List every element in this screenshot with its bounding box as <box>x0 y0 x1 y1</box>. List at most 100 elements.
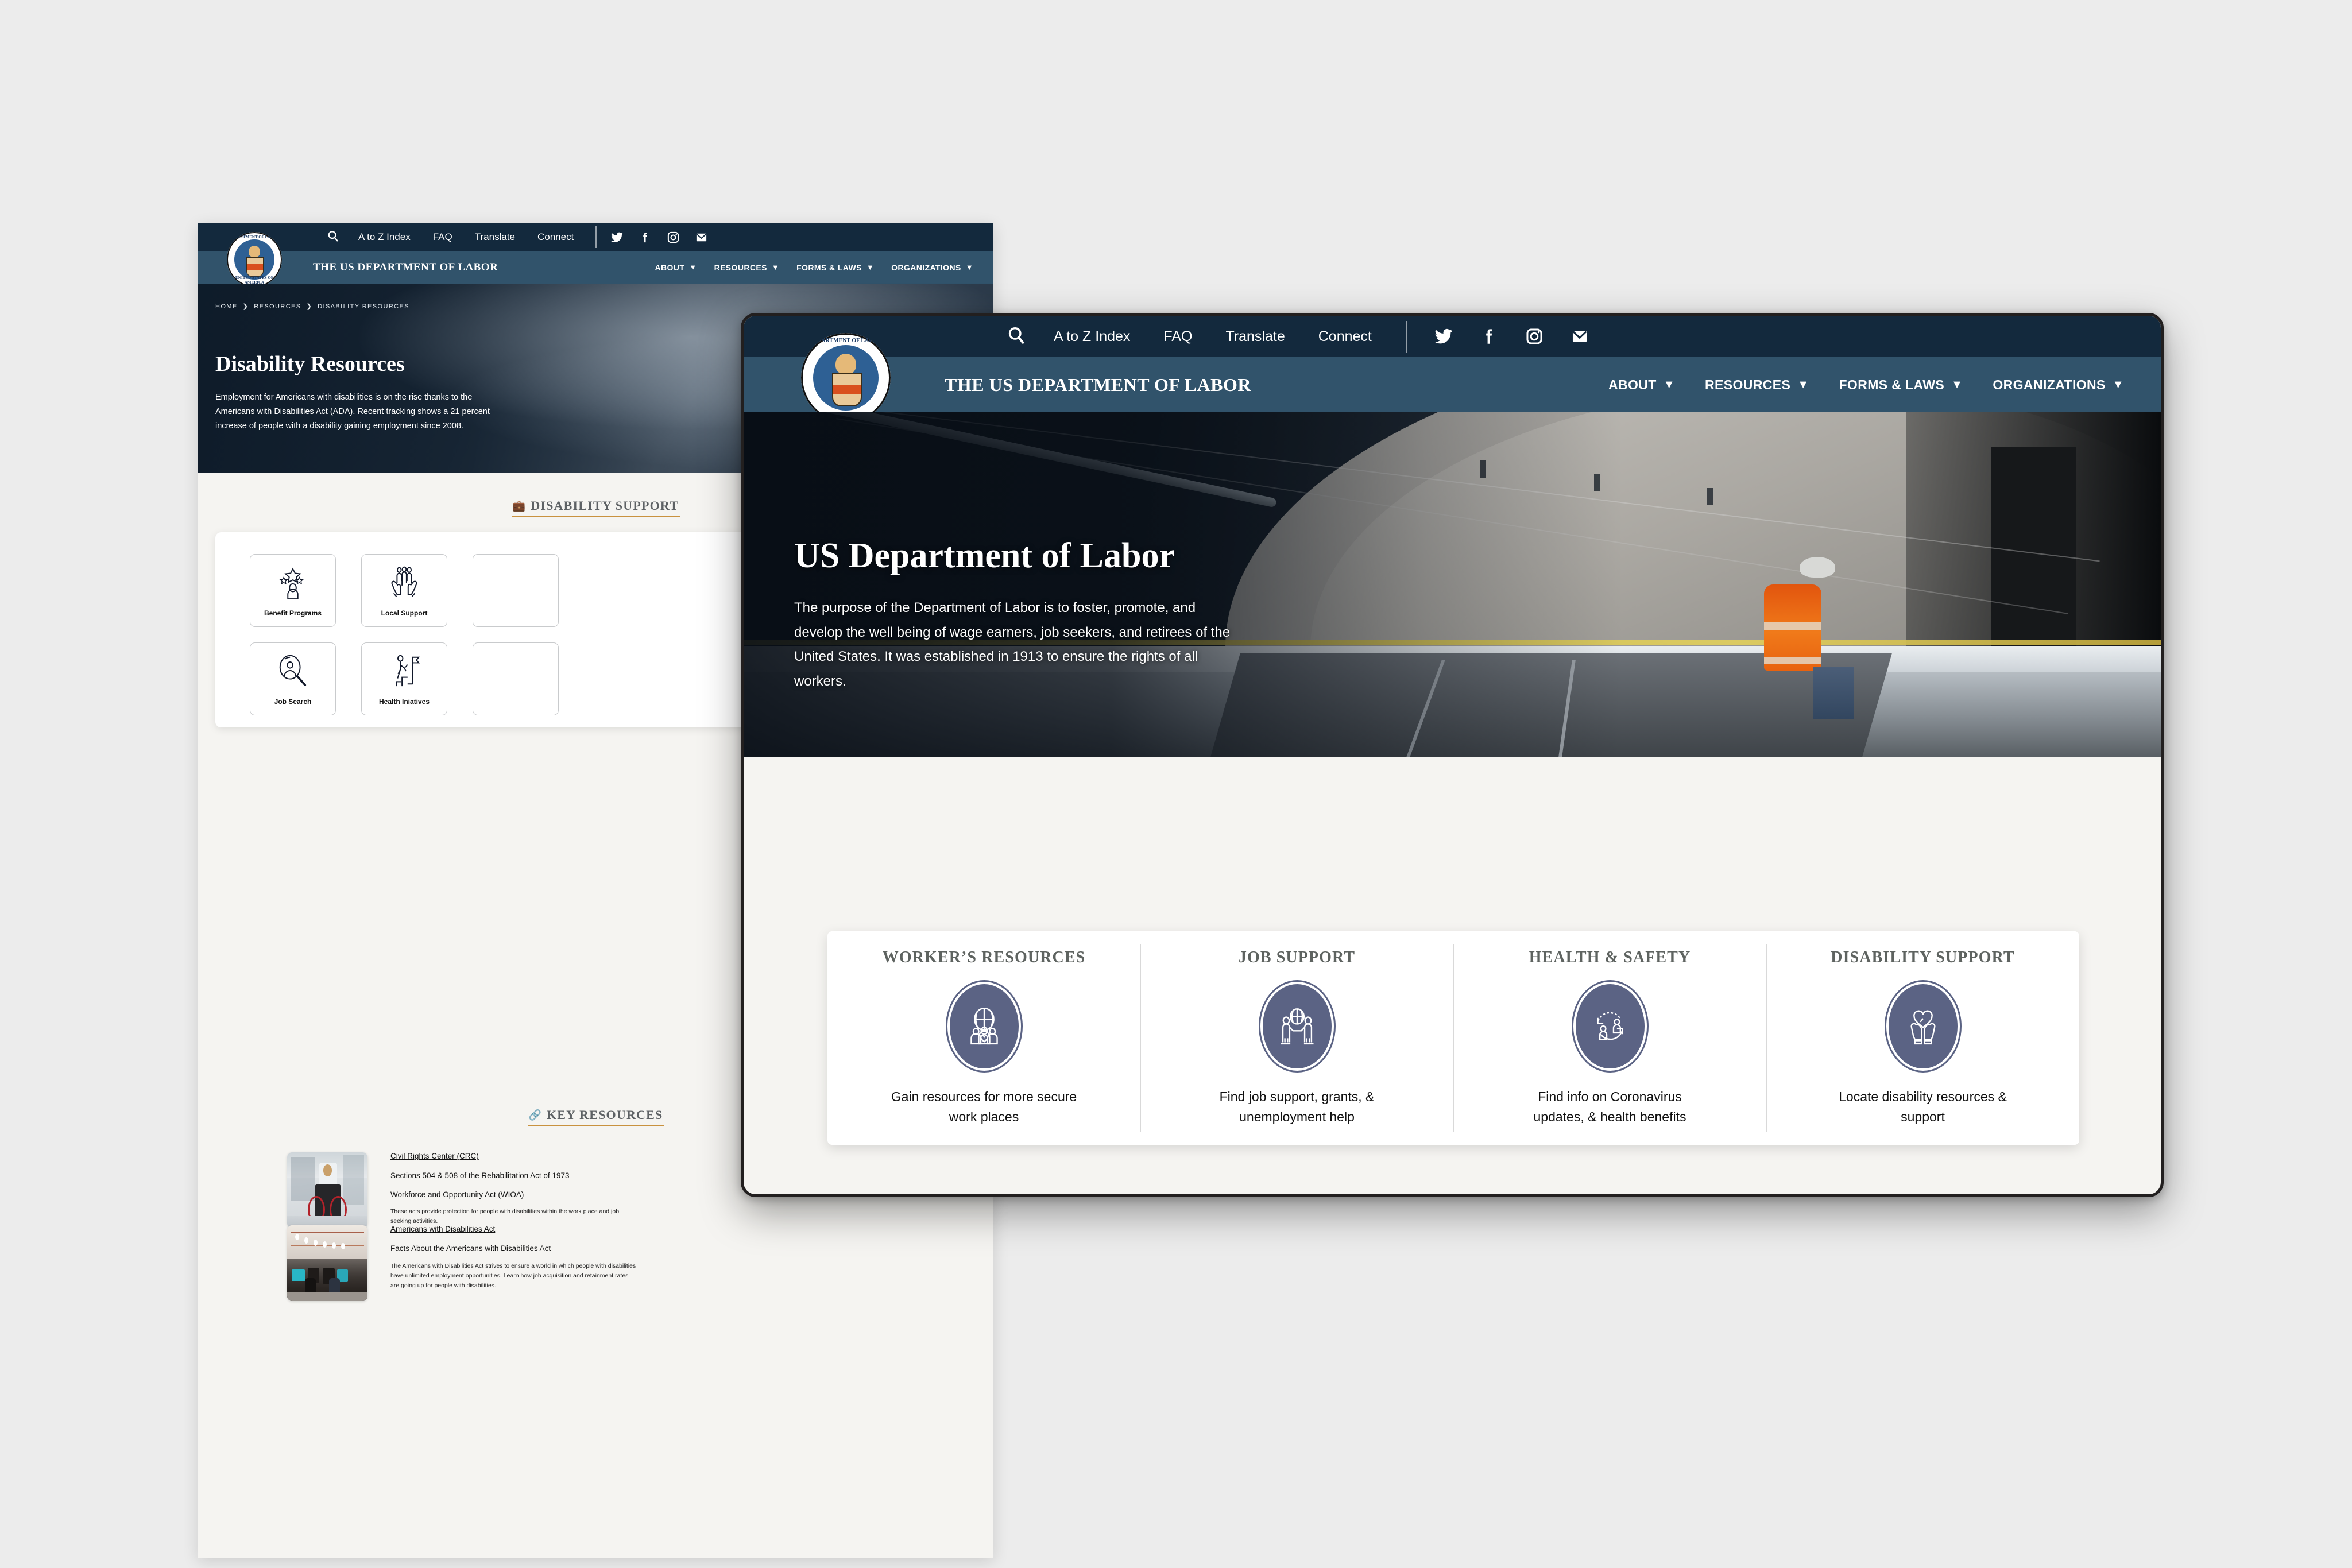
cycle-people-icon <box>1573 982 1647 1071</box>
tile-label: Local Support <box>381 609 428 617</box>
util-link-translate[interactable]: Translate <box>475 231 515 243</box>
hands-heart-icon <box>1886 982 1960 1071</box>
tile-cut-off-bottom-right[interactable] <box>473 642 559 715</box>
kr-link[interactable]: Americans with Disabilities Act <box>390 1225 930 1233</box>
feature-card-disability-support[interactable]: DISABILITY SUPPORT Locate disability res… <box>1766 931 2079 1145</box>
nav-organizations[interactable]: ORGANIZATIONS ▼ <box>1993 377 2124 393</box>
facebook-icon[interactable] <box>639 231 652 244</box>
back-main-nav: THE US DEPARTMENT OF LABOR ABOUT ▼ RESOU… <box>198 251 993 284</box>
facebook-icon[interactable] <box>1479 327 1499 346</box>
feature-title: JOB SUPPORT <box>1238 948 1356 966</box>
open-office-photo <box>287 1225 368 1301</box>
nav-organizations-label: ORGANIZATIONS <box>1993 377 2106 392</box>
tile-benefit-programs[interactable]: Benefit Programs <box>250 554 336 627</box>
chevron-down-icon: ▼ <box>1951 378 1963 391</box>
util-link-connect[interactable]: Connect <box>1318 328 1372 345</box>
nav-about[interactable]: ABOUT ▼ <box>655 263 697 272</box>
nav-organizations[interactable]: ORGANIZATIONS ▼ <box>891 263 973 272</box>
instagram-icon[interactable] <box>667 231 680 244</box>
utility-divider <box>1406 320 1407 353</box>
nav-forms-laws[interactable]: FORMS & LAWS ▼ <box>796 263 874 272</box>
globe-people-heart-icon <box>947 982 1021 1071</box>
chevron-down-icon: ▼ <box>689 263 697 272</box>
nav-about-label: ABOUT <box>655 262 685 272</box>
twitter-icon[interactable] <box>1434 327 1453 346</box>
nav-resources[interactable]: RESOURCES ▼ <box>1705 377 1809 393</box>
nav-resources-label: RESOURCES <box>714 262 767 272</box>
wheelchair-hallway-photo <box>287 1152 368 1228</box>
breadcrumb-home[interactable]: HOME <box>215 303 238 310</box>
magnifier-person-icon <box>279 655 307 686</box>
key-resource-row: Americans with Disabilities Act Facts Ab… <box>287 1225 930 1301</box>
search-icon[interactable] <box>1007 326 1026 348</box>
nav-about[interactable]: ABOUT ▼ <box>1608 377 1675 393</box>
key-resource-description: The Americans with Disabilities Act stri… <box>390 1263 636 1289</box>
search-icon[interactable] <box>327 230 339 245</box>
tunnel-construction-worker-photo <box>744 412 2161 757</box>
email-icon[interactable] <box>695 231 708 244</box>
tile-job-search[interactable]: Job Search <box>250 642 336 715</box>
key-resource-links: Americans with Disabilities Act Facts Ab… <box>390 1225 930 1252</box>
util-link-faq[interactable]: FAQ <box>433 231 452 243</box>
breadcrumb-current: DISABILITY RESOURCES <box>318 303 409 310</box>
person-stars-icon <box>279 567 304 599</box>
instagram-icon[interactable] <box>1525 327 1544 346</box>
tile-local-support[interactable]: Local Support <box>361 554 447 627</box>
breadcrumb: HOME ❯ RESOURCES ❯ DISABILITY RESOURCES <box>215 303 409 311</box>
nav-resources-label: RESOURCES <box>1704 377 1791 392</box>
feature-description: Find info on Coronavirus updates, & heal… <box>1533 1089 1686 1125</box>
chevron-down-icon: ▼ <box>1663 378 1675 391</box>
feature-description: Find job support, grants, & unemployment… <box>1219 1089 1375 1125</box>
nav-forms-laws-label: FORMS & LAWS <box>1839 377 1945 392</box>
feature-card-job-support[interactable]: JOB SUPPORT Find job support, grants, & … <box>1140 931 1453 1145</box>
nav-forms-laws-label: FORMS & LAWS <box>796 262 862 272</box>
front-hero-title: US Department of Labor <box>794 536 1175 575</box>
back-dol-seal: DEPARTMENT OF LABOR UNITED STATES OF AME… <box>227 232 282 287</box>
link-icon: 🔗 <box>528 1109 541 1121</box>
kr-link[interactable]: Facts About the Americans with Disabilit… <box>390 1244 930 1253</box>
nav-organizations-label: ORGANIZATIONS <box>891 262 961 272</box>
feature-title: HEALTH & SAFETY <box>1529 948 1691 966</box>
front-hero-body: The purpose of the Department of Labor i… <box>794 600 1231 690</box>
feature-description: Locate disability resources & support <box>1839 1089 2007 1125</box>
hands-people-icon <box>391 566 417 597</box>
feature-card-health-safety[interactable]: HEALTH & SAFETY Find info on Coronavirus… <box>1453 931 1766 1145</box>
back-brand-title: THE US DEPARTMENT OF LABOR <box>313 261 498 273</box>
nav-forms-laws[interactable]: FORMS & LAWS ▼ <box>1839 377 1963 393</box>
back-hero-body: Employment for Americans with disabiliti… <box>215 393 490 431</box>
front-brand-title: THE US DEPARTMENT OF LABOR <box>945 374 1252 395</box>
chevron-down-icon: ▼ <box>965 263 973 272</box>
email-icon[interactable] <box>1570 327 1589 346</box>
nav-about-label: ABOUT <box>1608 377 1657 392</box>
person-stairs-flag-icon <box>396 655 420 686</box>
briefcase-icon: 💼 <box>512 500 526 512</box>
chevron-down-icon: ▼ <box>771 263 780 272</box>
feature-description: Gain resources for more secure work plac… <box>891 1089 1077 1125</box>
util-link-connect[interactable]: Connect <box>537 231 574 243</box>
back-utility-bar: A to Z Index FAQ Translate Connect <box>198 223 993 251</box>
front-utility-bar: A to Z Index FAQ Translate Connect <box>744 316 2161 357</box>
chevron-right-icon: ❯ <box>242 303 249 310</box>
feature-card-workers-resources[interactable]: WORKER’S RESOURCES Gain resources for mo… <box>827 931 1140 1145</box>
chevron-down-icon: ▼ <box>866 263 875 272</box>
tile-label: Health Iniatives <box>378 697 430 706</box>
feature-title: DISABILITY SUPPORT <box>1831 948 2015 966</box>
util-link-a-to-z[interactable]: A to Z Index <box>358 231 411 243</box>
us-department-of-labor-window[interactable]: A to Z Index FAQ Translate Connect THE U… <box>741 313 2164 1197</box>
chevron-down-icon: ▼ <box>2112 378 2124 391</box>
util-link-translate[interactable]: Translate <box>1225 328 1285 345</box>
breadcrumb-resources[interactable]: RESOURCES <box>254 303 301 310</box>
disability-support-title: DISABILITY SUPPORT <box>531 498 679 513</box>
util-link-faq[interactable]: FAQ <box>1163 328 1192 345</box>
util-link-a-to-z[interactable]: A to Z Index <box>1054 328 1130 345</box>
tile-cut-off-top-right[interactable] <box>473 554 559 627</box>
tile-health-initiatives[interactable]: Health Iniatives <box>361 642 447 715</box>
tile-label: Benefit Programs <box>264 609 322 617</box>
tile-label: Job Search <box>274 697 312 706</box>
front-main-nav: THE US DEPARTMENT OF LABOR ABOUT ▼ RESOU… <box>744 357 2161 412</box>
twitter-icon[interactable] <box>610 231 624 244</box>
feature-cards: WORKER’S RESOURCES Gain resources for mo… <box>827 931 2079 1145</box>
nav-resources[interactable]: RESOURCES ▼ <box>714 263 780 272</box>
handshake-globe-icon <box>1260 982 1334 1071</box>
front-hero: US Department of Labor The purpose of th… <box>744 412 2161 757</box>
